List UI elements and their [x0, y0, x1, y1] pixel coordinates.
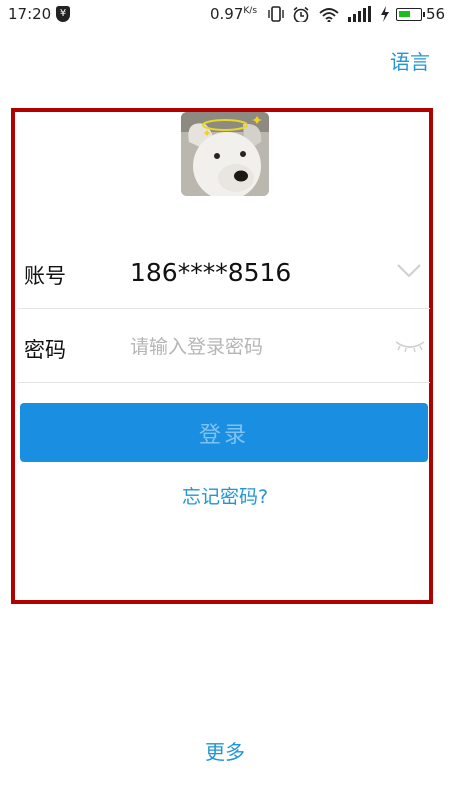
network-speed: 0.97K/s	[210, 5, 258, 23]
password-label: 密码	[24, 338, 66, 362]
charging-icon	[381, 6, 389, 22]
signal-icon	[348, 6, 371, 22]
more-button[interactable]: 更多	[0, 736, 450, 765]
account-label: 账号	[24, 264, 66, 288]
alarm-icon	[293, 6, 309, 22]
password-row[interactable]: 密码	[18, 310, 430, 383]
forgot-password-link[interactable]: 忘记密码?	[0, 482, 450, 509]
login-button[interactable]: 登录	[20, 403, 428, 462]
vibrate-icon	[268, 6, 284, 22]
language-button[interactable]: 语言	[390, 46, 430, 75]
chevron-down-icon[interactable]	[396, 262, 422, 280]
avatar[interactable]	[181, 112, 269, 196]
yen-icon: ¥	[56, 6, 70, 22]
dog-avatar-image	[181, 112, 269, 196]
status-time: 17:20	[8, 5, 52, 23]
eye-closed-icon[interactable]	[394, 338, 426, 354]
battery-fill	[399, 11, 410, 17]
wifi-icon	[319, 8, 339, 22]
account-row[interactable]: 账号 186****8516	[18, 236, 430, 309]
password-input[interactable]	[126, 332, 374, 362]
status-bar: 17:20 ¥ 0.97K/s 56	[0, 0, 450, 30]
account-value[interactable]: 186****8516	[130, 258, 291, 287]
battery-level: 56	[426, 5, 446, 23]
battery-icon	[396, 8, 425, 21]
